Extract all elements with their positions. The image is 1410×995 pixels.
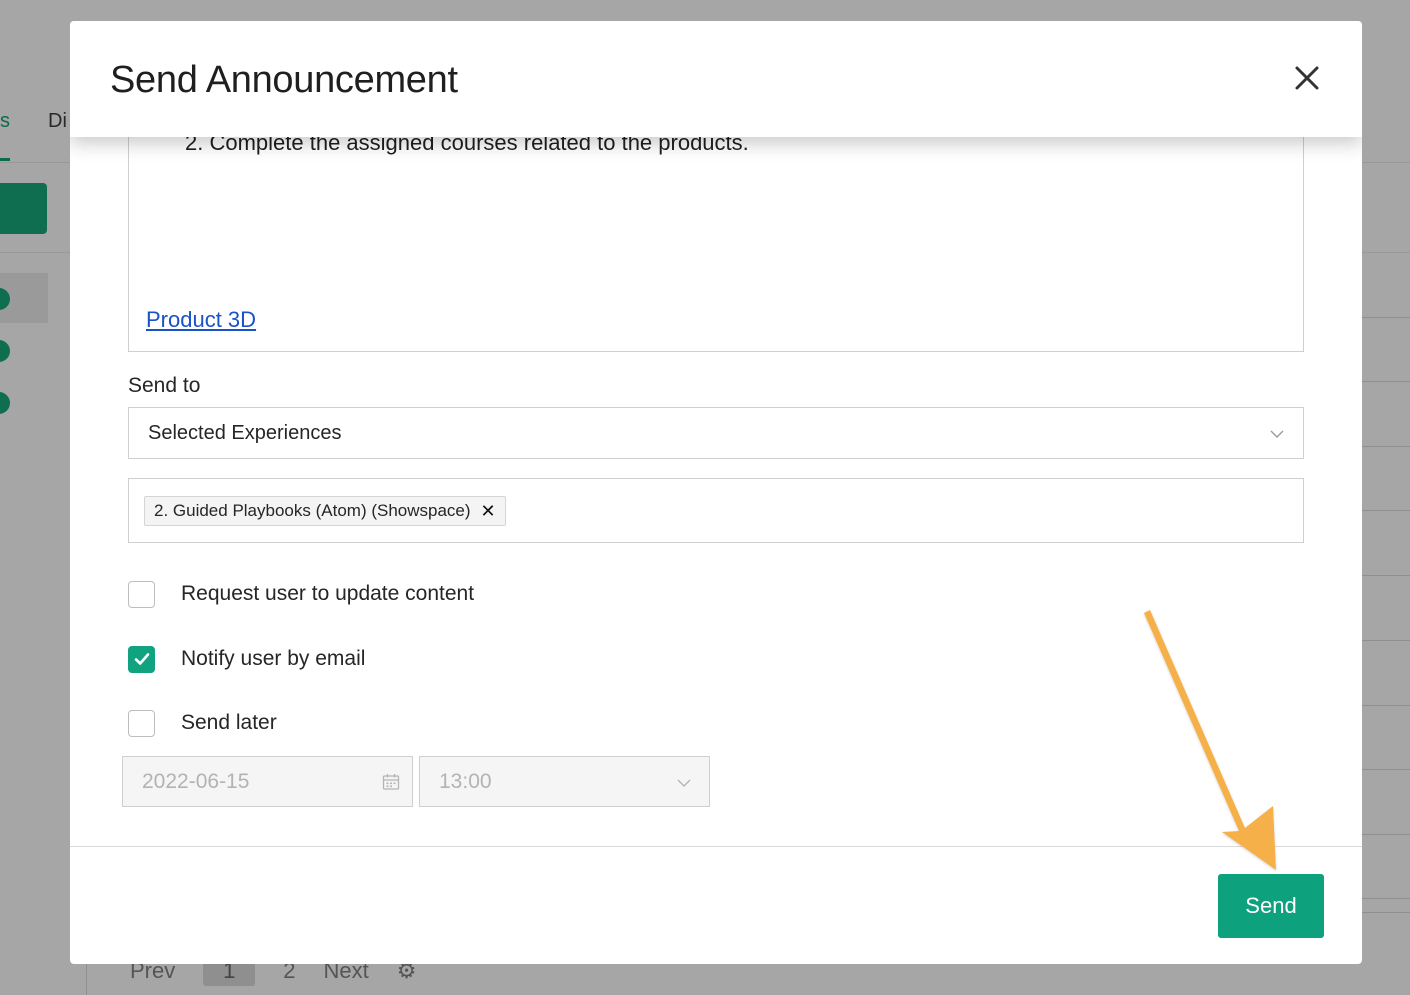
bg-tab-active: s (0, 110, 10, 132)
bg-row-line (1362, 446, 1410, 447)
experience-tag-label: 2. Guided Playbooks (Atom) (Showspace) (154, 501, 471, 520)
request-update-option[interactable]: Request user to update content (128, 580, 474, 608)
send-later-option[interactable]: Send later (128, 709, 277, 737)
send-announcement-modal: 2. Complete the assigned courses related… (70, 21, 1362, 964)
bg-row-line (1362, 317, 1410, 318)
bg-status-dot (0, 392, 10, 414)
date-value: 2022-06-15 (142, 770, 250, 793)
bg-row-line (1362, 381, 1410, 382)
time-value: 13:00 (439, 770, 492, 793)
send-later-label: Send later (181, 711, 277, 734)
footer-divider (70, 846, 1362, 847)
bg-row-line (1362, 834, 1410, 835)
checkmark-icon (134, 653, 149, 665)
notify-email-label: Notify user by email (181, 647, 366, 670)
send-to-selected-value: Selected Experiences (148, 422, 342, 444)
send-later-checkbox[interactable] (128, 709, 155, 737)
bg-divider-vertical (86, 964, 87, 995)
bg-row-line (1362, 898, 1410, 899)
bg-tab-underline (0, 158, 10, 161)
modal-title: Send Announcement (110, 59, 458, 101)
date-input[interactable]: 2022-06-15 (122, 756, 413, 807)
modal-header: Send Announcement (70, 21, 1362, 137)
notify-email-checkbox[interactable] (128, 645, 155, 673)
chevron-down-icon (1270, 427, 1284, 441)
bg-tab-second: Di (48, 110, 67, 132)
bg-row-line (1362, 705, 1410, 706)
x-icon[interactable]: ✕ (481, 502, 496, 520)
time-select[interactable]: 13:00 (419, 756, 710, 807)
request-update-checkbox[interactable] (128, 580, 155, 608)
send-button[interactable]: Send (1218, 874, 1324, 938)
request-update-label: Request user to update content (181, 582, 475, 605)
bg-row-line (1362, 575, 1410, 576)
send-to-select[interactable]: Selected Experiences (128, 407, 1304, 459)
bg-row-line (1362, 510, 1410, 511)
notify-email-option[interactable]: Notify user by email (128, 645, 365, 673)
editor-link[interactable]: Product 3D (146, 307, 256, 333)
bg-primary-button (0, 183, 47, 234)
experiences-tag-input[interactable]: 2. Guided Playbooks (Atom) (Showspace) ✕ (128, 478, 1304, 543)
chevron-down-icon (677, 776, 691, 790)
bg-row-line (1362, 912, 1410, 913)
experience-tag: 2. Guided Playbooks (Atom) (Showspace) ✕ (144, 496, 506, 526)
calendar-icon (382, 773, 400, 791)
bg-status-dot (0, 340, 10, 362)
bg-row-line (1362, 769, 1410, 770)
send-to-label: Send to (128, 374, 201, 397)
bg-row-line (1362, 640, 1410, 641)
close-icon[interactable] (1294, 65, 1320, 91)
